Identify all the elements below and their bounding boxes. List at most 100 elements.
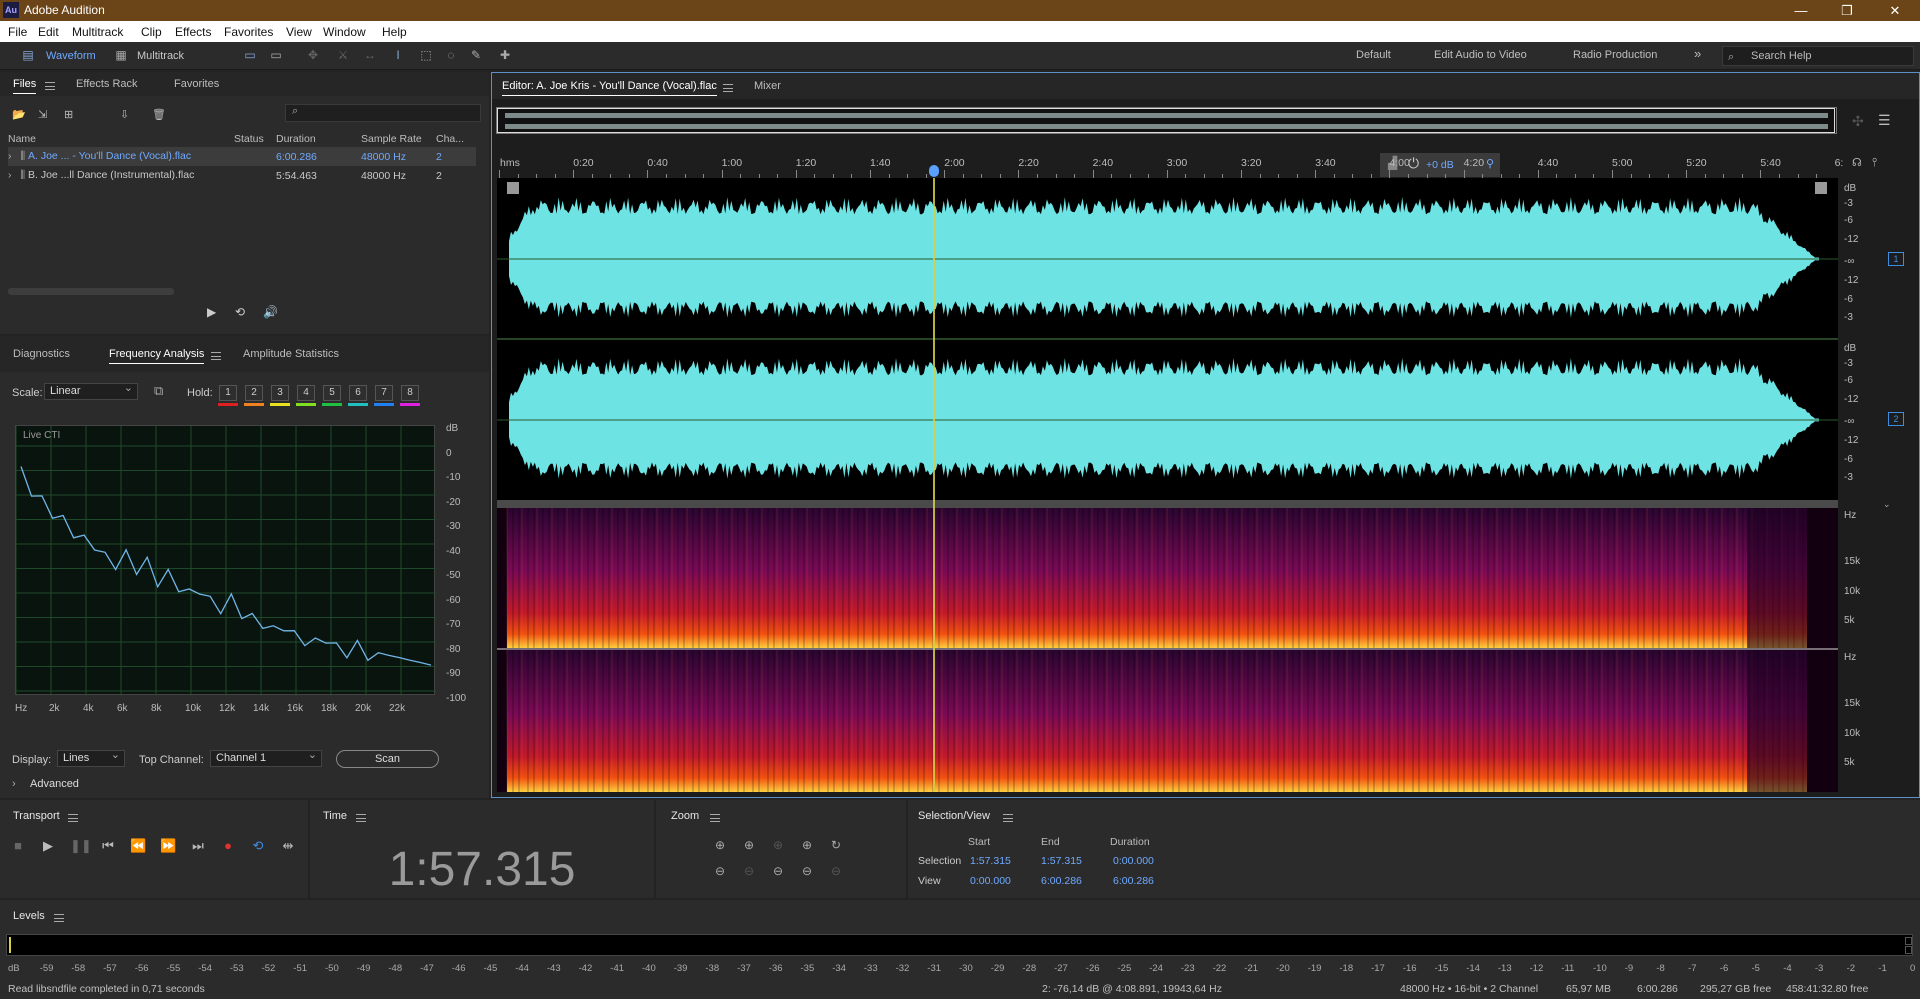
selection-menu-icon[interactable] (1003, 814, 1013, 822)
menu-help[interactable]: Help (382, 25, 407, 39)
tab-diagnostics[interactable]: Diagnostics (13, 348, 70, 360)
tab-amplitude-statistics[interactable]: Amplitude Statistics (243, 348, 339, 360)
hold-button-1[interactable]: 1 (219, 385, 237, 401)
hold-button-6[interactable]: 6 (349, 385, 367, 401)
tab-files[interactable]: Files (13, 78, 37, 94)
view-end[interactable]: 6:00.286 (1041, 875, 1082, 887)
healing-tool-icon[interactable]: ✚ (497, 48, 513, 62)
files-scrollbar[interactable] (8, 288, 174, 295)
analysis-menu-icon[interactable] (211, 352, 221, 360)
expand-corner-icon[interactable] (1815, 182, 1827, 194)
display-dropdown[interactable]: Lines (57, 748, 125, 767)
new-file-icon[interactable]: ⊞ (64, 108, 78, 121)
preview-play-icon[interactable]: ▶ (207, 305, 216, 319)
pitch-display-icon[interactable]: ▭ (268, 48, 284, 62)
fast-forward-icon[interactable]: ⏩ (160, 838, 176, 854)
lock-icon[interactable]: ⧉ (154, 383, 163, 399)
splitter-chevron-icon[interactable]: ⌄ (1883, 499, 1891, 510)
table-row[interactable]: › ⫼ B. Joe ...ll Dance (Instrumental).fl… (8, 166, 476, 185)
scale-dropdown[interactable]: Linear (44, 381, 138, 400)
col-duration[interactable]: Duration (276, 131, 361, 147)
time-selection-tool-icon[interactable]: I (390, 48, 406, 62)
playhead-handle[interactable] (929, 165, 939, 177)
razor-tool-icon[interactable]: ⚔ (335, 48, 351, 62)
insert-icon[interactable]: ⇩ (120, 108, 134, 121)
view-duration[interactable]: 6:00.286 (1113, 875, 1154, 887)
tab-editor[interactable]: Editor: A. Joe Kris - You'll Dance (Voca… (502, 80, 717, 96)
slip-tool-icon[interactable]: ↔ (362, 48, 378, 62)
zoom-selection-icon[interactable]: ⊕ (769, 838, 787, 854)
headphones-icon[interactable]: ☊ (1852, 156, 1862, 169)
lasso-tool-icon[interactable]: ◌ (443, 48, 459, 62)
hold-button-2[interactable]: 2 (245, 385, 263, 401)
workspace-edit-audio-to-video[interactable]: Edit Audio to Video (1434, 49, 1527, 61)
top-channel-dropdown[interactable]: Channel 1 (210, 748, 322, 767)
pause-icon[interactable]: ❚❚ (70, 838, 92, 854)
zoom-tool-icon[interactable]: ✣ (1852, 113, 1864, 130)
tab-frequency-analysis[interactable]: Frequency Analysis (109, 348, 205, 364)
stop-icon[interactable]: ■ (10, 838, 26, 853)
restore-button[interactable]: ❐ (1824, 0, 1870, 21)
menu-file[interactable]: File (8, 25, 27, 39)
table-row[interactable]: › ⫼ A. Joe ... - You'll Dance (Vocal).fl… (8, 147, 476, 166)
selection-duration[interactable]: 0:00.000 (1113, 855, 1154, 867)
zoom-in-amplitude-icon[interactable]: ⊕ (711, 838, 729, 854)
loop-icon[interactable]: ⟲ (250, 838, 266, 854)
minimize-button[interactable]: — (1778, 0, 1824, 21)
hold-button-8[interactable]: 8 (401, 385, 419, 401)
menu-window[interactable]: Window (323, 25, 366, 39)
zoom-out-right-icon[interactable]: ⊖ (827, 864, 845, 880)
marquee-tool-icon[interactable]: ⬚ (418, 48, 434, 62)
editor-menu-icon[interactable] (723, 84, 733, 92)
tab-favorites[interactable]: Favorites (174, 78, 219, 90)
spectral-display-icon[interactable]: ▭ (242, 48, 258, 62)
files-menu-icon[interactable] (45, 82, 55, 90)
import-icon[interactable]: ⇲ (38, 108, 52, 121)
marker-icon[interactable]: ⫯ (1872, 155, 1877, 170)
skip-to-start-icon[interactable]: ⏮ (100, 838, 116, 854)
delete-icon[interactable]: 🗑 (152, 108, 166, 121)
menu-clip[interactable]: Clip (141, 25, 162, 39)
waveform-button[interactable]: Waveform (46, 47, 96, 65)
preview-loop-icon[interactable]: ⟲ (235, 305, 245, 319)
more-workspaces-icon[interactable]: » (1694, 46, 1701, 61)
overview-bar[interactable] (496, 107, 1837, 134)
menu-multitrack[interactable]: Multitrack (72, 25, 123, 39)
zoom-out-left-icon[interactable]: ⊖ (769, 864, 787, 880)
workspace-radio-production[interactable]: Radio Production (1573, 49, 1657, 61)
zoom-in-point-icon[interactable]: ⊕ (798, 838, 816, 854)
hold-button-5[interactable]: 5 (323, 385, 341, 401)
zoom-out-time-icon[interactable]: ⊖ (740, 864, 758, 880)
col-sample-rate[interactable]: Sample Rate (361, 131, 436, 147)
close-button[interactable]: ✕ (1872, 0, 1918, 21)
tab-mixer[interactable]: Mixer (754, 80, 781, 92)
zoom-out-amplitude-icon[interactable]: ⊖ (711, 864, 729, 880)
record-icon[interactable]: ● (220, 838, 236, 853)
menu-favorites[interactable]: Favorites (224, 25, 273, 39)
time-display[interactable]: 1:57.315 (310, 842, 654, 897)
levels-menu-icon[interactable] (54, 914, 64, 922)
hold-button-7[interactable]: 7 (375, 385, 393, 401)
play-icon[interactable]: ▶ (40, 838, 56, 854)
zoom-reset-icon[interactable]: ↻ (827, 838, 845, 854)
scan-button[interactable]: Scan (336, 750, 439, 768)
zoom-out-full-icon[interactable]: ⊖ (798, 864, 816, 880)
zoom-in-time-icon[interactable]: ⊕ (740, 838, 758, 854)
selection-start[interactable]: 1:57.315 (970, 855, 1011, 867)
hold-button-3[interactable]: 3 (271, 385, 289, 401)
time-menu-icon[interactable] (356, 814, 366, 822)
menu-edit[interactable]: Edit (38, 25, 59, 39)
view-start[interactable]: 0:00.000 (970, 875, 1011, 887)
waveform-view[interactable] (497, 178, 1838, 500)
search-help-input[interactable]: Search Help (1722, 46, 1914, 66)
zoom-menu-icon[interactable] (710, 814, 720, 822)
advanced-chevron-icon[interactable]: › (12, 778, 16, 790)
gain-value[interactable]: +0 dB (1426, 159, 1454, 171)
skip-selection-icon[interactable]: ⇹ (280, 838, 296, 854)
col-status[interactable]: Status (234, 131, 276, 147)
files-search-input[interactable]: ⌕ (285, 104, 481, 122)
selection-end[interactable]: 1:57.315 (1041, 855, 1082, 867)
workspace-default[interactable]: Default (1356, 49, 1391, 61)
panel-menu-icon[interactable]: ☰ (1878, 112, 1891, 129)
channel-1-badge[interactable]: 1 (1888, 252, 1904, 266)
